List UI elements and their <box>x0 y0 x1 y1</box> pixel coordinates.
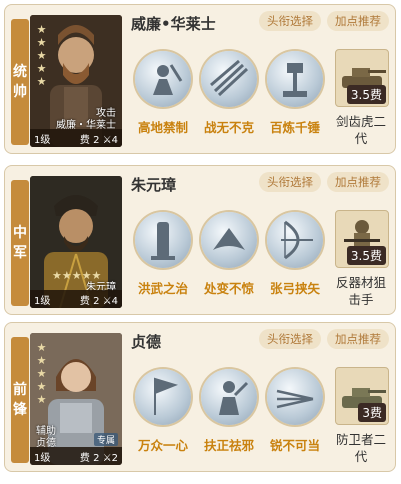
hero-portrait[interactable]: ★★★★★ 朱元璋 1级 费 2 ⚔4 <box>30 176 122 308</box>
skill-label: 张弓挟矢 <box>269 281 320 296</box>
equipment-cost: 3费 <box>358 403 386 422</box>
hero-card-wallace: 统 帅 ★★★★★ 攻击 威廉・华莱士 1级 费 2 ⚔4 威廉•华莱士 头衔选… <box>4 4 396 154</box>
skill-label: 洪武之治 <box>137 281 188 296</box>
points-recommend-button[interactable]: 加点推荐 <box>327 172 389 192</box>
troop-icon: ⚔ <box>102 452 112 464</box>
hero-cost: 2 <box>93 134 100 146</box>
hero-cost: 2 <box>93 452 100 464</box>
portrait-info-bar: 1级 费 2 ⚔2 <box>30 447 122 465</box>
hero-portrait[interactable]: ★★★★★ 辅助 贞德 专属 1级 费 2 ⚔2 <box>30 333 122 465</box>
equipment-name: 防卫者二代 <box>335 432 386 464</box>
title-select-button[interactable]: 头衔选择 <box>259 11 321 31</box>
equipment-slot[interactable]: 3费 <box>335 367 389 425</box>
equipment-slot[interactable]: 3.5费 <box>335 49 389 107</box>
skill-icon[interactable] <box>135 51 191 107</box>
points-recommend-button[interactable]: 加点推荐 <box>327 329 389 349</box>
troop-count: 4 <box>111 134 118 146</box>
skill-icon[interactable] <box>201 51 257 107</box>
skill-icon[interactable] <box>201 212 257 268</box>
equipment-name: 反器材狙击手 <box>335 275 386 307</box>
hero-card-zhu-yuanzhang: 中 军 ★★★★★ 朱元璋 1级 费 2 ⚔4 朱元璋 头衔选择 加点推荐 洪武… <box>4 165 396 315</box>
hero-level: 1级 <box>34 134 51 146</box>
role-badge: 统 帅 <box>11 19 29 145</box>
troop-count: 2 <box>111 452 118 464</box>
hero-portrait[interactable]: ★★★★★ 攻击 威廉・华莱士 1级 费 2 ⚔4 <box>30 15 122 147</box>
skill-icon[interactable] <box>135 369 191 425</box>
points-recommend-button[interactable]: 加点推荐 <box>327 11 389 31</box>
portrait-info-bar: 1级 费 2 ⚔4 <box>30 290 122 308</box>
equipment-slot[interactable]: 3.5费 <box>335 210 389 268</box>
troop-count: 4 <box>111 295 118 307</box>
troop-icon: ⚔ <box>102 134 112 146</box>
skill-icon[interactable] <box>135 212 191 268</box>
skill-label: 高地禁制 <box>137 120 188 135</box>
role-badge: 中 军 <box>11 180 29 306</box>
hero-card-joan: 前 锋 ★★★★★ 辅助 贞德 专属 1级 费 2 ⚔2 贞德 头衔选择 加点推… <box>4 322 396 472</box>
skill-label: 处变不惊 <box>203 281 254 296</box>
skill-icon[interactable] <box>267 51 323 107</box>
troop-icon: ⚔ <box>102 295 112 307</box>
star-rating: ★★★★★ <box>52 269 102 282</box>
star-rating: ★★★★★ <box>35 23 48 88</box>
skill-label: 锐不可当 <box>269 438 320 453</box>
hero-name: 贞德 <box>131 333 162 351</box>
star-rating: ★★★★★ <box>35 341 48 406</box>
hero-tag: 攻击 <box>96 108 116 119</box>
portrait-info-bar: 1级 费 2 ⚔4 <box>30 129 122 147</box>
skill-label: 百炼千锤 <box>269 120 320 135</box>
title-select-button[interactable]: 头衔选择 <box>259 172 321 192</box>
skill-label: 扶正祛邪 <box>203 438 254 453</box>
hero-level: 1级 <box>34 295 51 307</box>
equipment-name: 剑齿虎二代 <box>335 114 386 146</box>
hero-cost: 2 <box>93 295 100 307</box>
skill-icon[interactable] <box>267 369 323 425</box>
skill-label: 战无不克 <box>203 120 254 135</box>
equipment-cost: 3.5费 <box>346 85 386 104</box>
exclusive-badge: 专属 <box>93 433 118 446</box>
skill-icon[interactable] <box>267 212 323 268</box>
role-badge: 前 锋 <box>11 337 29 463</box>
equipment-cost: 3.5费 <box>346 246 386 265</box>
skill-icon[interactable] <box>201 369 257 425</box>
hero-name: 威廉•华莱士 <box>131 15 216 33</box>
hero-level: 1级 <box>34 452 51 464</box>
title-select-button[interactable]: 头衔选择 <box>259 329 321 349</box>
skill-label: 万众一心 <box>137 438 188 453</box>
hero-tag: 辅助 <box>36 426 56 437</box>
hero-name: 朱元璋 <box>131 176 177 194</box>
